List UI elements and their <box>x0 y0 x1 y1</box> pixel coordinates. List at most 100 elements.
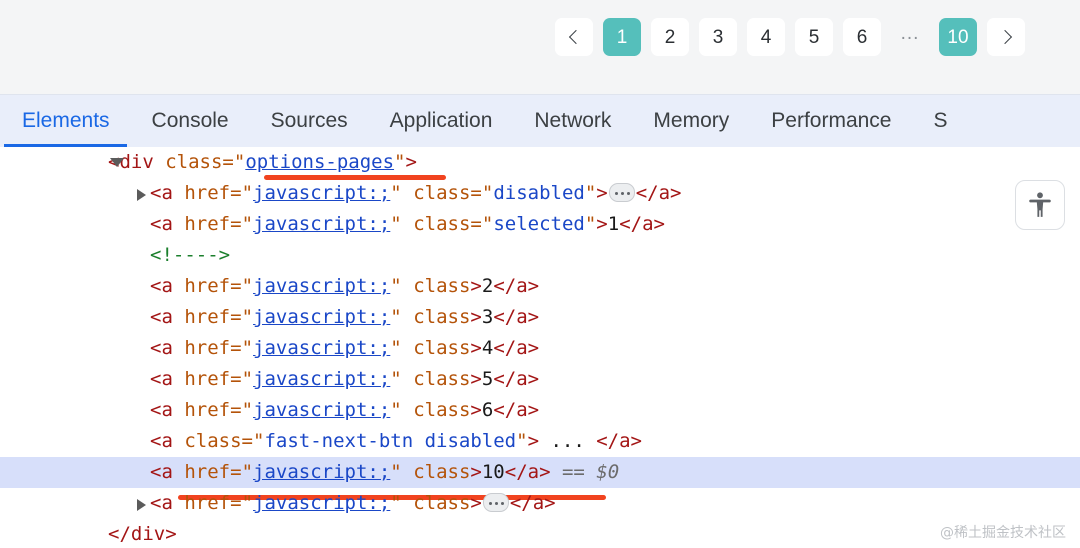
dom-text-node: 1 <box>608 213 619 235</box>
dom-attr-value[interactable]: javascript:; <box>253 182 390 204</box>
dom-tag-open: <a <box>150 461 173 483</box>
tab-console[interactable]: Console <box>131 95 250 147</box>
dom-tag-gt: > <box>596 182 607 204</box>
dom-attr-name: class <box>413 182 470 204</box>
pagination-ellipsis[interactable]: ... <box>891 18 929 56</box>
expander-triangle-down-icon[interactable] <box>110 158 124 167</box>
dom-selection-ref: $0 <box>596 461 619 483</box>
dom-row[interactable]: <a href="javascript:;" class="selected">… <box>0 209 1080 240</box>
dom-tag-gt: > <box>470 275 481 297</box>
pagination-page-2[interactable]: 2 <box>651 18 689 56</box>
chevron-left-icon <box>568 30 582 44</box>
pagination-page-5[interactable]: 5 <box>795 18 833 56</box>
tab-memory[interactable]: Memory <box>632 95 750 147</box>
dom-row[interactable]: <a href="javascript:;" class="disabled">… <box>0 178 1080 209</box>
dom-tag-gt: > <box>470 492 481 514</box>
tab-sources[interactable]: Sources <box>250 95 369 147</box>
dom-tag-gt: > <box>528 430 539 452</box>
dom-attr-value[interactable]: javascript:; <box>253 306 390 328</box>
dom-quote-close: " <box>394 151 405 173</box>
dom-tag-close: </a> <box>619 213 665 235</box>
dom-row[interactable]: <a href="javascript:;" class></a> <box>0 488 1080 519</box>
dom-tag-open: <a <box>150 213 173 235</box>
dom-attr-name: class <box>413 461 470 483</box>
dom-attr-name: href <box>184 399 230 421</box>
dom-attr-name: href <box>184 275 230 297</box>
dom-attr-name: class <box>413 368 470 390</box>
tab-performance[interactable]: Performance <box>750 95 912 147</box>
pagination-page-6[interactable]: 6 <box>843 18 881 56</box>
dom-text-node: 6 <box>482 399 493 421</box>
dom-tag-open: <a <box>150 275 173 297</box>
dom-row-selected[interactable]: <a href="javascript:;" class>10</a> == $… <box>0 457 1080 488</box>
dom-attr-name: href <box>184 306 230 328</box>
tab-security[interactable]: S <box>912 95 968 147</box>
dom-attr-value[interactable]: javascript:; <box>253 461 390 483</box>
dom-tag-close: </a> <box>493 275 539 297</box>
dom-text-node: 5 <box>482 368 493 390</box>
dom-tag-gt: > <box>470 337 481 359</box>
dom-attr-name: href <box>184 182 230 204</box>
pagination-page-1[interactable]: 1 <box>603 18 641 56</box>
dom-attr-name: class <box>413 337 470 359</box>
dom-tag-gt: > <box>470 461 481 483</box>
dom-attr-name: href <box>184 213 230 235</box>
pagination-prev-button[interactable] <box>555 18 593 56</box>
dom-row[interactable]: <a href="javascript:;" class>5</a> <box>0 364 1080 395</box>
dom-tag-close: </a> <box>493 337 539 359</box>
dom-row[interactable]: <!----> <box>0 240 1080 271</box>
dom-attr-value[interactable]: javascript:; <box>253 368 390 390</box>
dom-attr-name: class <box>413 213 470 235</box>
tab-application[interactable]: Application <box>369 95 514 147</box>
dom-eq: = <box>222 151 233 173</box>
dom-tag-open: <a <box>150 430 173 452</box>
dom-attr-value[interactable]: javascript:; <box>253 492 390 514</box>
collapsed-content-dots-icon[interactable] <box>483 493 509 512</box>
dom-row[interactable]: <a href="javascript:;" class>3</a> <box>0 302 1080 333</box>
dom-text-node: 4 <box>482 337 493 359</box>
dom-row[interactable]: </div> <box>0 519 1080 548</box>
dom-attr-value[interactable]: javascript:; <box>253 213 390 235</box>
dom-attr-value[interactable]: javascript:; <box>253 337 390 359</box>
dom-tag-close: </a> <box>493 368 539 390</box>
pagination-page-3[interactable]: 3 <box>699 18 737 56</box>
dom-row[interactable]: <div class="options-pages"> <box>0 147 1080 178</box>
dom-attr-name: class <box>413 275 470 297</box>
tab-elements[interactable]: Elements <box>0 95 131 147</box>
dom-tag-close: </a> <box>636 182 682 204</box>
dom-tag-close: </a> <box>510 492 556 514</box>
dom-attr-name: href <box>184 492 230 514</box>
accessibility-button[interactable] <box>1015 180 1065 230</box>
dom-attr-value[interactable]: disabled <box>493 182 585 204</box>
dom-attr-value[interactable]: selected <box>493 213 585 235</box>
dom-attr-name: class <box>413 399 470 421</box>
dom-tag-close: </div> <box>108 523 177 545</box>
dom-text-node: 3 <box>482 306 493 328</box>
dom-attr-value[interactable]: javascript:; <box>253 399 390 421</box>
pagination-next-button[interactable] <box>987 18 1025 56</box>
web-page-area: 1 2 3 4 5 6 ... 10 <box>0 0 1080 95</box>
dom-tag-gt: > <box>470 368 481 390</box>
dom-row[interactable]: <a href="javascript:;" class>6</a> <box>0 395 1080 426</box>
collapsed-content-dots-icon[interactable] <box>609 183 635 202</box>
dom-attr-name: class <box>413 306 470 328</box>
dom-attr-value[interactable]: options-pages <box>245 151 394 173</box>
chevron-right-icon <box>997 30 1011 44</box>
dom-tree-panel[interactable]: <div class="options-pages"> <a href="jav… <box>0 147 1080 548</box>
expander-triangle-right-icon[interactable] <box>137 499 146 511</box>
expander-triangle-right-icon[interactable] <box>137 189 146 201</box>
dom-row[interactable]: <a class="fast-next-btn disabled"> ... <… <box>0 426 1080 457</box>
dom-attr-name: class <box>413 492 470 514</box>
dom-tag-open: <a <box>150 337 173 359</box>
dom-row[interactable]: <a href="javascript:;" class>4</a> <box>0 333 1080 364</box>
dom-row[interactable]: <a href="javascript:;" class>2</a> <box>0 271 1080 302</box>
dom-tag-gt: > <box>406 151 417 173</box>
pagination-page-4[interactable]: 4 <box>747 18 785 56</box>
dom-attr-value[interactable]: fast-next-btn disabled <box>264 430 516 452</box>
pagination-control: 1 2 3 4 5 6 ... 10 <box>555 18 1025 56</box>
tab-network[interactable]: Network <box>513 95 632 147</box>
watermark: @稀土掘金技术社区 <box>940 522 1066 542</box>
dom-tag-open: <a <box>150 368 173 390</box>
pagination-last-page[interactable]: 10 <box>939 18 977 56</box>
dom-attr-value[interactable]: javascript:; <box>253 275 390 297</box>
